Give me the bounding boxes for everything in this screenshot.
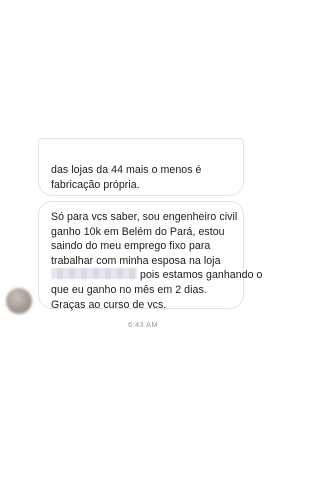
message-text: que eu ganho no mês em 2 dias.: [51, 283, 207, 296]
message-bubble[interactable]: Só para vcs saber, sou engenheiro civil …: [38, 201, 262, 311]
message-text: fabricação própria.: [51, 178, 140, 191]
message-line-with-redaction: pois estamos ganhando o: [51, 268, 262, 283]
message-text: Só para vcs saber, sou engenheiro civil: [51, 211, 238, 223]
redacted-store-name: [51, 268, 137, 280]
message-timestamp: 6:43 AM: [128, 320, 158, 329]
message-text: Graças ao curso de vcs.: [51, 298, 167, 311]
message-text: saindo do meu emprego fixo para: [51, 240, 211, 253]
avatar[interactable]: [6, 288, 32, 314]
message-text: ganho 10k em Belém do Pará, estou: [51, 225, 225, 238]
message-text: pois estamos ganhando o: [140, 269, 263, 282]
message-text: das lojas da 44 mais o menos é: [51, 164, 202, 176]
chat-thread: das lojas da 44 mais o menos é fabricaçã…: [0, 0, 286, 500]
message-bubble[interactable]: das lojas da 44 mais o menos é fabricaçã…: [38, 138, 244, 196]
message-text: trabalhar com minha esposa na loja: [51, 254, 221, 267]
